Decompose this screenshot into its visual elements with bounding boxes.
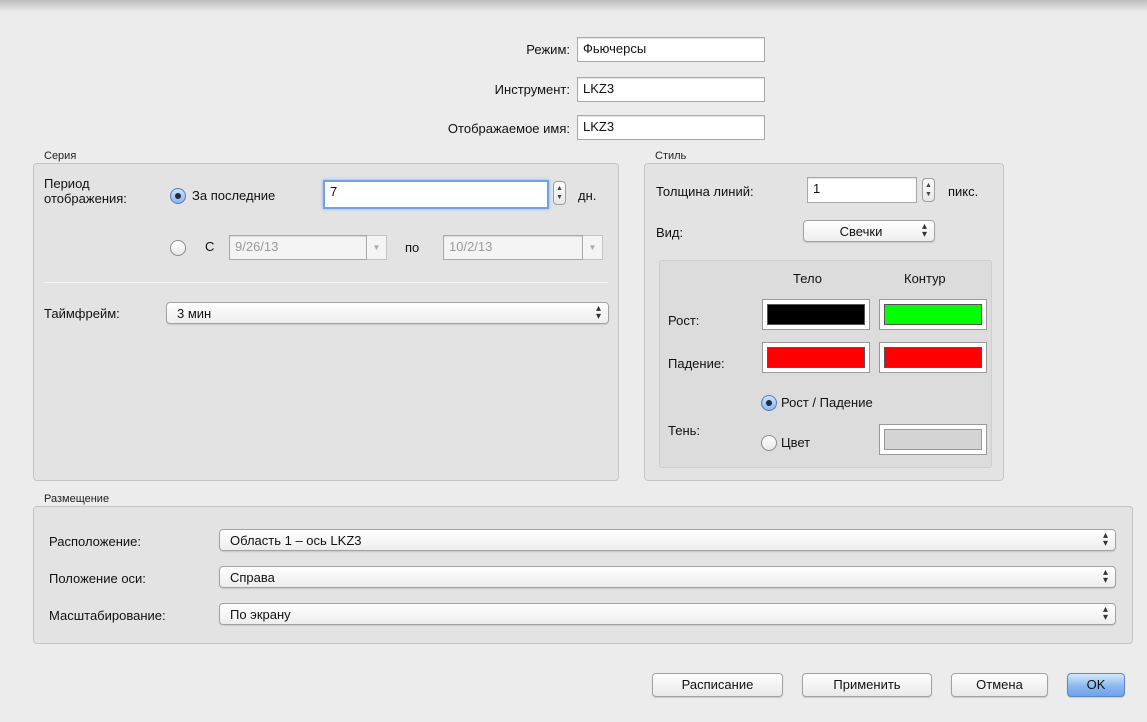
timeframe-label: Таймфрейм:: [44, 306, 120, 321]
view-updown-chevron-icon: ▴ ▾: [921, 221, 927, 240]
window-top-shadow: [0, 0, 1147, 12]
range-from-chevron-down-icon[interactable]: ▼: [367, 235, 387, 260]
instrument-field[interactable]: LKZ3: [577, 77, 765, 102]
period-label-line2: отображения:: [44, 191, 127, 206]
last-days-label[interactable]: За последние: [192, 188, 275, 203]
shadow-color-radio[interactable]: [761, 435, 777, 451]
up-label: Рост:: [668, 313, 700, 328]
mode-field[interactable]: Фьючерсы: [577, 37, 765, 62]
axis-position-popup[interactable]: Справа ▴ ▾: [219, 566, 1116, 588]
range-from-label[interactable]: С: [205, 239, 214, 254]
series-group-title: Серия: [44, 150, 77, 162]
location-popup[interactable]: Область 1 – ось LKZ3 ▴ ▾: [219, 529, 1116, 551]
body-header: Тело: [793, 271, 822, 286]
shadow-updown-radio[interactable]: [761, 395, 777, 411]
down-outline-swatch: [884, 347, 982, 368]
axis-position-label: Положение оси:: [49, 571, 146, 586]
placement-group: Расположение: Область 1 – ось LKZ3 ▴ ▾ По…: [33, 506, 1133, 644]
down-body-swatch: [767, 347, 865, 368]
up-outline-swatch: [884, 304, 982, 325]
mode-label: Режим:: [526, 42, 570, 57]
view-label: Вид:: [656, 225, 684, 240]
range-to-field[interactable]: 10/2/13: [443, 235, 583, 260]
down-label: Падение:: [668, 356, 725, 371]
line-width-field[interactable]: 1: [807, 177, 917, 203]
location-value: Область 1 – ось LKZ3: [230, 533, 362, 548]
last-days-stepper-icon[interactable]: ▲ ▼: [553, 181, 566, 205]
line-width-label: Толщина линий:: [656, 184, 754, 199]
shadow-updown-label[interactable]: Рост / Падение: [781, 395, 873, 410]
location-label: Расположение:: [49, 534, 141, 549]
days-unit-label: дн.: [578, 188, 597, 203]
scaling-value: По экрану: [230, 607, 291, 622]
view-popup[interactable]: Свечки ▴ ▾: [803, 220, 935, 242]
up-body-swatch: [767, 304, 865, 325]
up-outline-color-well[interactable]: [879, 299, 987, 330]
outline-header: Контур: [904, 271, 946, 286]
period-label: Период отображения:: [44, 176, 127, 206]
scaling-label: Масштабирование:: [49, 608, 166, 623]
range-from-field[interactable]: 9/26/13: [229, 235, 367, 260]
last-days-input[interactable]: 7: [323, 180, 549, 209]
line-width-stepper-icon[interactable]: ▲ ▼: [922, 178, 935, 202]
shadow-swatch: [884, 429, 982, 450]
apply-button[interactable]: Применить: [802, 673, 932, 697]
timeframe-popup[interactable]: 3 мин ▴ ▾: [166, 302, 609, 324]
scaling-popup[interactable]: По экрану ▴ ▾: [219, 603, 1116, 625]
cancel-button[interactable]: Отмена: [951, 673, 1048, 697]
colors-panel: Тело Контур Рост: Падение: Рост / Падени…: [659, 260, 992, 468]
series-separator: [44, 282, 608, 283]
shadow-label: Тень:: [668, 423, 701, 438]
location-updown-chevron-icon: ▴ ▾: [1102, 530, 1108, 549]
up-body-color-well[interactable]: [762, 299, 870, 330]
ok-button[interactable]: OK: [1067, 673, 1125, 697]
series-group: Период отображения: За последние 7 ▲ ▼ дн…: [33, 163, 619, 481]
down-outline-color-well[interactable]: [879, 342, 987, 373]
scaling-updown-chevron-icon: ▴ ▾: [1102, 604, 1108, 623]
timeframe-value: 3 мин: [177, 306, 212, 321]
line-width-unit: пикс.: [948, 184, 979, 199]
shadow-color-label[interactable]: Цвет: [781, 435, 810, 450]
instrument-label: Инструмент:: [494, 82, 570, 97]
last-days-radio[interactable]: [170, 188, 186, 204]
style-group: Толщина линий: 1 ▲ ▼ пикс. Вид: Свечки ▴ ▾…: [644, 163, 1004, 481]
range-radio[interactable]: [170, 240, 186, 256]
axis-position-value: Справа: [230, 570, 275, 585]
schedule-button[interactable]: Расписание: [652, 673, 783, 697]
axis-position-updown-chevron-icon: ▴ ▾: [1102, 567, 1108, 586]
range-to-label: по: [405, 240, 420, 255]
down-body-color-well[interactable]: [762, 342, 870, 373]
view-value: Свечки: [839, 224, 883, 239]
period-label-line1: Период: [44, 176, 90, 191]
timeframe-updown-chevron-icon: ▴ ▾: [595, 303, 601, 322]
shadow-color-well[interactable]: [879, 424, 987, 455]
range-to-chevron-down-icon[interactable]: ▼: [583, 235, 603, 260]
style-group-title: Стиль: [655, 150, 687, 162]
placement-group-title: Размещение: [44, 493, 110, 505]
display-name-field[interactable]: LKZ3: [577, 115, 765, 140]
display-name-label: Отображаемое имя:: [447, 121, 570, 136]
